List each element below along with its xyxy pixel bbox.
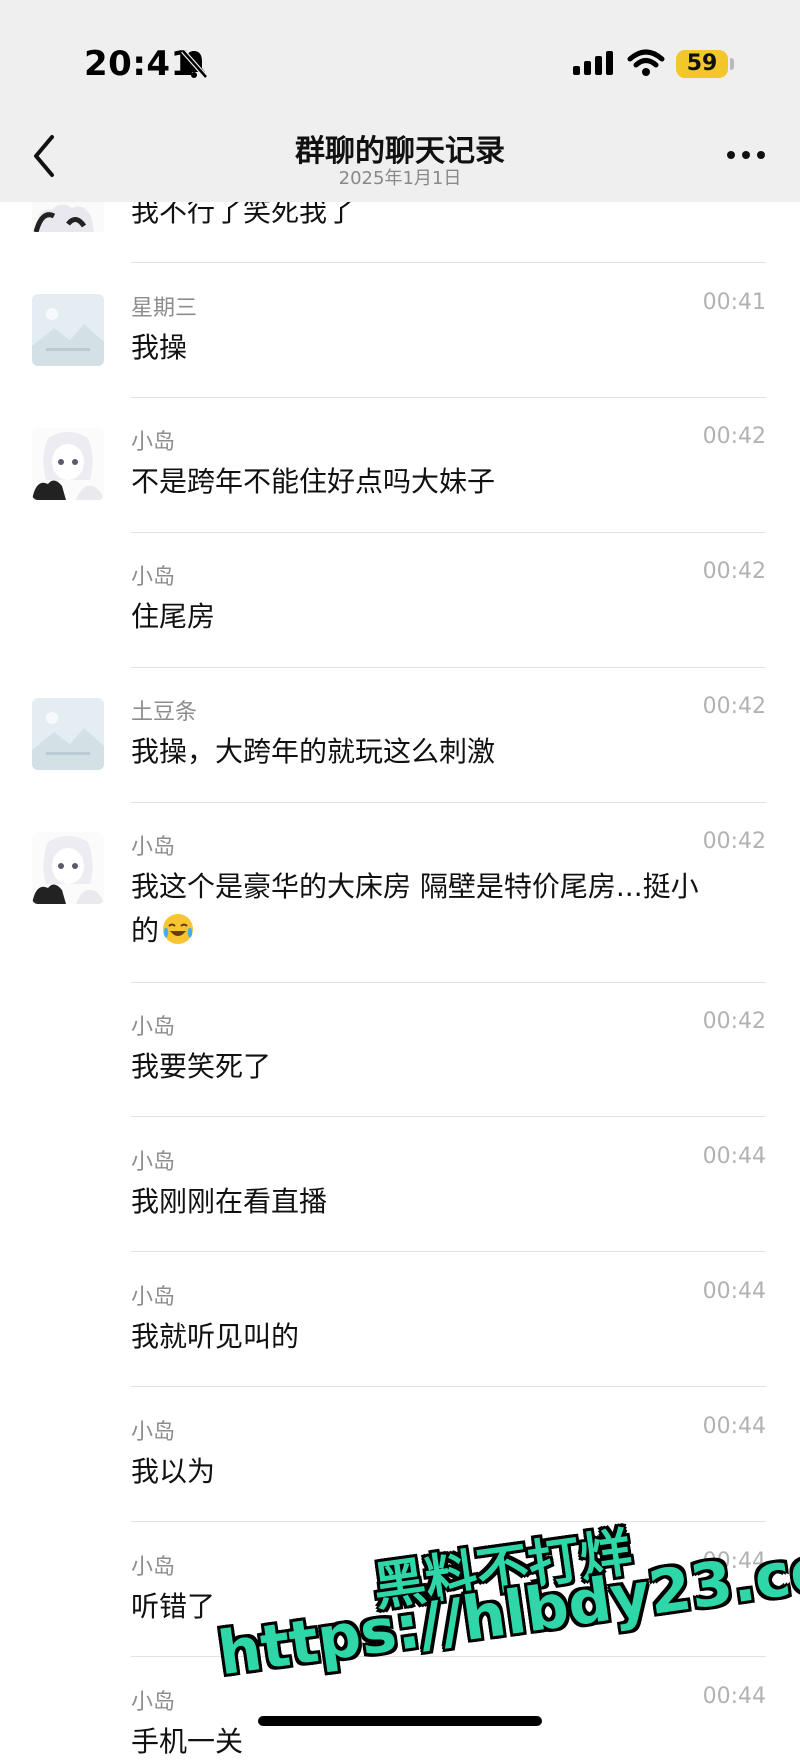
- laughing-crying-emoji-icon: [163, 914, 194, 944]
- divider: [131, 532, 766, 533]
- sender-name: 小岛: [131, 1285, 176, 1310]
- wifi-icon: [627, 49, 665, 76]
- message-text-line: 的: [131, 909, 751, 953]
- divider: [131, 982, 766, 983]
- sender-name: 小岛: [131, 835, 176, 860]
- message-text: 我操，大跨年的就玩这么刺激: [131, 735, 496, 768]
- divider: [131, 1251, 766, 1252]
- message-text: 住尾房: [131, 600, 216, 633]
- anime-avatar-icon: [32, 428, 104, 500]
- divider: [131, 1386, 766, 1387]
- divider: [131, 667, 766, 668]
- message-time: 00:42: [702, 829, 766, 854]
- avatar[interactable]: [32, 832, 104, 904]
- message-time: 00:42: [702, 559, 766, 584]
- message-time: 00:44: [702, 1414, 766, 1439]
- more-icon[interactable]: [726, 150, 766, 160]
- bell-muted-icon: [181, 49, 208, 79]
- sender-name: 小岛: [131, 1150, 176, 1175]
- anime-avatar-icon: [32, 832, 104, 904]
- divider: [131, 802, 766, 803]
- avatar[interactable]: [32, 698, 104, 770]
- message-text: 我刚刚在看直播: [131, 1185, 328, 1218]
- avatar[interactable]: [32, 428, 104, 500]
- avatar[interactable]: [32, 294, 104, 366]
- battery-tip: [730, 58, 734, 70]
- message-text: 我要笑死了: [131, 1050, 272, 1083]
- message-time: 00:41: [702, 290, 766, 315]
- sender-name: 小岛: [131, 1420, 176, 1445]
- divider: [131, 262, 766, 263]
- status-time: 20:41: [84, 44, 195, 84]
- divider: [131, 1521, 766, 1522]
- divider: [131, 397, 766, 398]
- message-time: 00:42: [702, 694, 766, 719]
- message-text: 我操: [131, 331, 188, 364]
- sender-name: 小岛: [131, 1690, 176, 1715]
- top-bar: 20:41 59 群聊的聊天记录 2025年1月1日: [0, 0, 800, 202]
- image-placeholder-icon: [32, 294, 104, 366]
- home-indicator[interactable]: [258, 1716, 542, 1726]
- battery-icon: 59: [676, 50, 728, 78]
- sender-name: 小岛: [131, 1555, 176, 1580]
- sender-name: 小岛: [131, 565, 176, 590]
- message-time: 00:42: [702, 1009, 766, 1034]
- sender-name: 星期三: [131, 296, 198, 321]
- message-text: 我就听见叫的: [131, 1320, 300, 1353]
- message-time: 00:44: [702, 1144, 766, 1169]
- sender-name: 土豆条: [131, 700, 198, 725]
- message-text-fragment: 的: [131, 914, 160, 947]
- message-text-line: 我这个是豪华的大床房 隔壁是特价尾房...挺小: [131, 870, 699, 903]
- sender-name: 小岛: [131, 1015, 176, 1040]
- page-subtitle: 2025年1月1日: [338, 168, 462, 189]
- message-text: 不是跨年不能住好点吗大妹子: [131, 465, 496, 498]
- image-placeholder-icon: [32, 698, 104, 770]
- message-text: 我这个是豪华的大床房 隔壁是特价尾房...挺小 的: [131, 865, 751, 953]
- message-time: 00:44: [702, 1684, 766, 1709]
- message-text: 我以为: [131, 1455, 216, 1488]
- message-time: 00:42: [702, 424, 766, 449]
- sender-name: 小岛: [131, 430, 176, 455]
- message-time: 00:44: [702, 1279, 766, 1304]
- signal-icon: [573, 51, 613, 75]
- message-text: 手机一关: [131, 1725, 244, 1758]
- divider: [131, 1116, 766, 1117]
